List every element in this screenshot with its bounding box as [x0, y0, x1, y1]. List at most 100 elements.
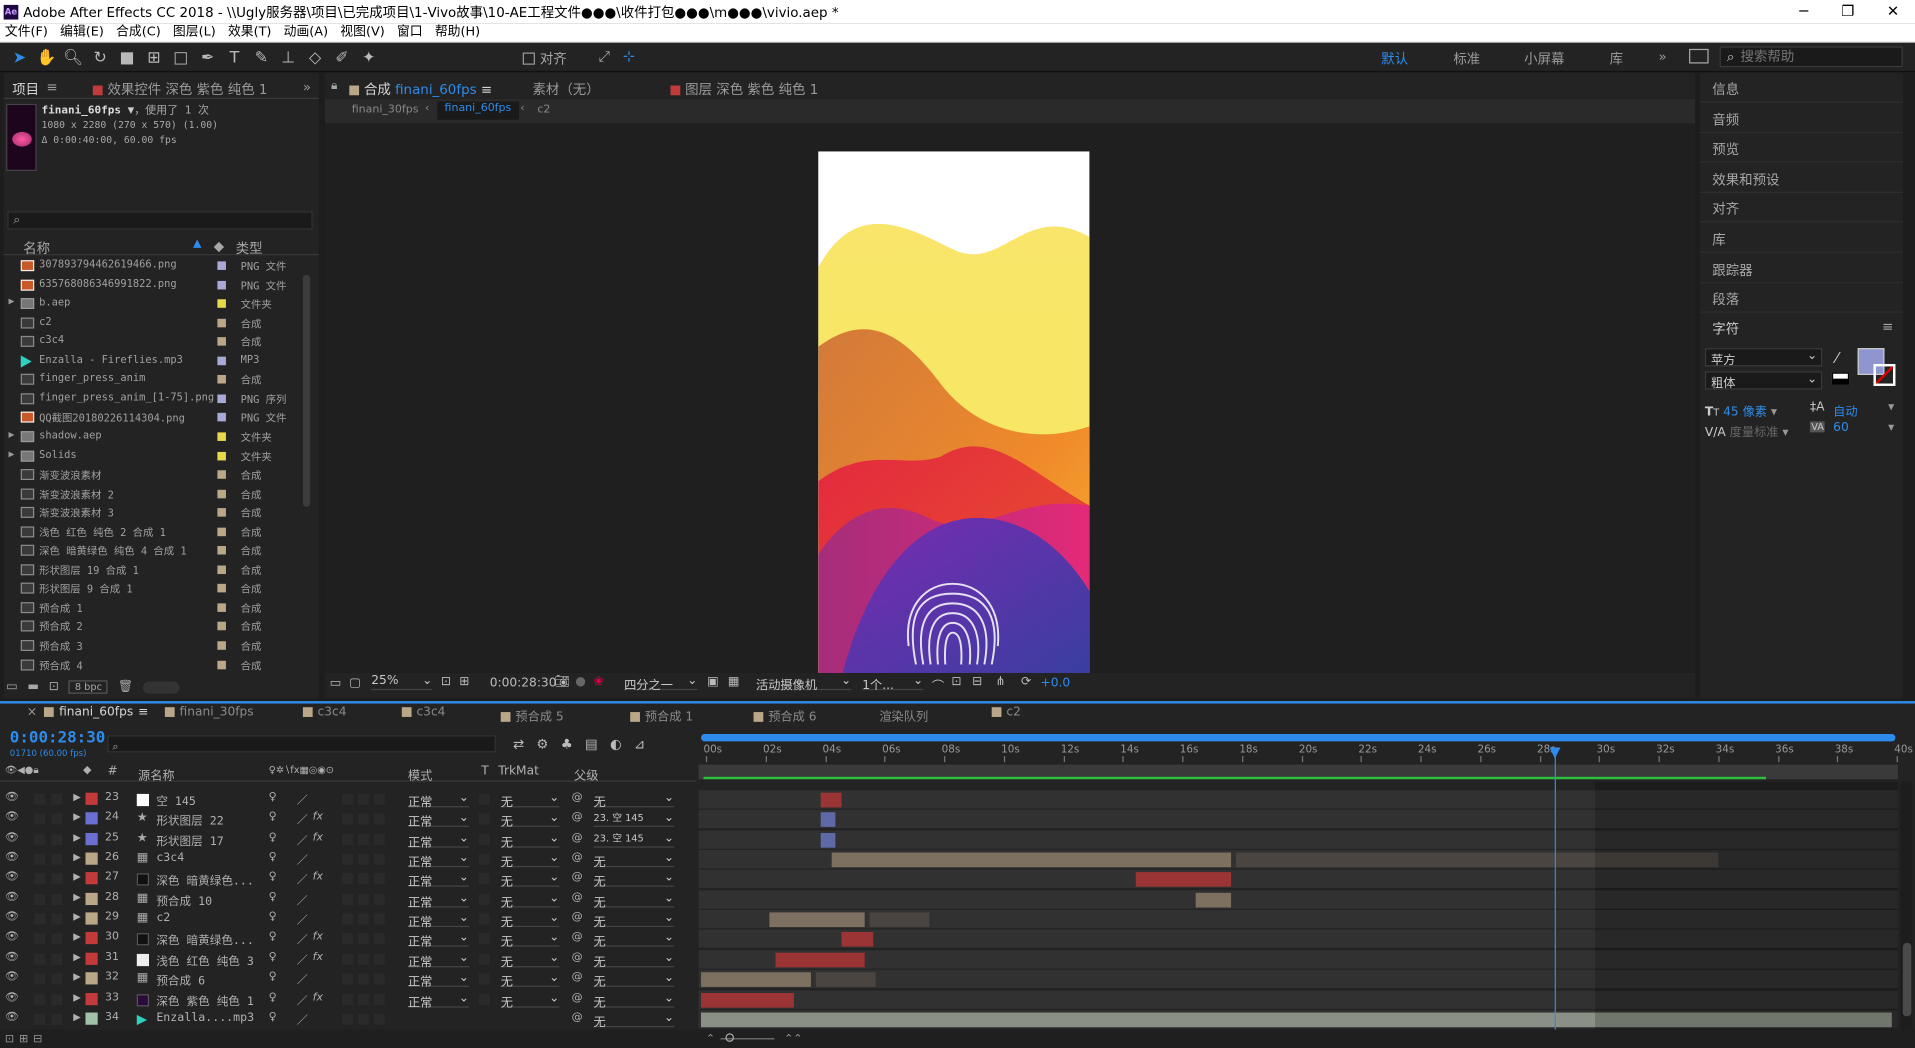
workspace-0[interactable]: 默认: [1381, 49, 1408, 69]
pickwhip-icon[interactable]: @: [572, 791, 583, 803]
label-color-swatch[interactable]: [217, 337, 226, 346]
pickwhip-icon[interactable]: @: [572, 1011, 583, 1023]
label-color-swatch[interactable]: [217, 261, 226, 270]
layer-switch-box[interactable]: [341, 813, 353, 825]
project-item[interactable]: c3c4 合成: [4, 332, 303, 351]
parent-dropdown[interactable]: 无 ⌄: [593, 951, 675, 970]
zoom-dropdown[interactable]: 25% ⌄: [371, 674, 433, 691]
expand-arrow-icon[interactable]: ▶: [9, 296, 15, 307]
col-source-name[interactable]: 源名称: [138, 765, 175, 782]
visibility-eye-icon[interactable]: 👁︎: [5, 991, 19, 1003]
layer-switch-box[interactable]: [373, 1013, 385, 1025]
effects-switch-icon[interactable]: fx: [313, 831, 323, 843]
solo-switch[interactable]: [34, 793, 46, 805]
blend-mode-dropdown[interactable]: 正常 ⌄: [407, 791, 469, 810]
layer-switch-box[interactable]: [341, 953, 353, 965]
menu-item-1[interactable]: 编辑(E): [55, 23, 111, 41]
workspace-3[interactable]: 库: [1610, 49, 1623, 69]
quality-switch-icon[interactable]: ／: [297, 851, 308, 867]
lock-switch[interactable]: [51, 1013, 63, 1025]
layer-switch-box[interactable]: [373, 933, 385, 945]
right-panel-item-6[interactable]: 跟踪器: [1712, 260, 1752, 280]
label-color-swatch[interactable]: [217, 394, 226, 403]
col-name-header[interactable]: 名称: [23, 238, 50, 258]
timeline-timecode[interactable]: 0:00:28:30: [10, 729, 106, 747]
clone-stamp-tool-icon[interactable]: ⊥: [276, 45, 300, 69]
effects-switch-icon[interactable]: fx: [313, 871, 323, 883]
expand-arrow-icon[interactable]: ▶: [9, 429, 15, 440]
layer-switch-box[interactable]: [373, 853, 385, 865]
bpc-button[interactable]: 8 bpc: [68, 680, 109, 694]
label-color-swatch[interactable]: [217, 299, 226, 308]
layer-switch-box[interactable]: [373, 813, 385, 825]
always-preview-icon[interactable]: ▭: [330, 677, 342, 690]
twirl-arrow-icon[interactable]: ▶: [73, 991, 81, 1002]
layer-duration-bar[interactable]: [775, 952, 865, 968]
panel-expand-button[interactable]: »: [303, 79, 311, 95]
layer-switch-box[interactable]: [341, 993, 353, 1005]
layer-label-swatch[interactable]: [85, 832, 98, 845]
project-item[interactable]: ▶ b.aep 文件夹: [4, 294, 303, 313]
timeline-tab-4[interactable]: 预合成 5: [500, 706, 564, 724]
stroke-color-swatch[interactable]: [1873, 363, 1896, 386]
solo-switch[interactable]: [34, 953, 46, 965]
twirl-arrow-icon[interactable]: ▶: [73, 831, 81, 842]
timeline-tab-2[interactable]: c3c4: [302, 706, 347, 719]
new-folder-icon[interactable]: ▬: [27, 680, 39, 693]
breadcrumb-c2[interactable]: c2: [537, 104, 550, 116]
timeline-tab-7[interactable]: 渲染队列: [879, 706, 928, 724]
layer-label-swatch[interactable]: [85, 892, 98, 905]
trkmat-dropdown[interactable]: 无 ⌄: [500, 871, 560, 890]
breadcrumb-finani-60fps[interactable]: finani_60fps: [437, 101, 519, 120]
channel-icon[interactable]: ❀: [594, 675, 604, 688]
twirl-arrow-icon[interactable]: ▶: [73, 911, 81, 922]
layer-duration-bar[interactable]: [769, 912, 865, 928]
layer-switch-box[interactable]: [357, 993, 369, 1005]
blend-mode-dropdown[interactable]: 正常 ⌄: [407, 831, 469, 850]
workspace-2[interactable]: 小屏幕: [1524, 49, 1564, 69]
layer-duration-bar[interactable]: [820, 792, 841, 808]
blend-mode-dropdown[interactable]: 正常 ⌄: [407, 971, 469, 990]
right-panel-item-4[interactable]: 对齐: [1712, 200, 1739, 220]
quality-switch-icon[interactable]: ／: [297, 831, 308, 847]
layer-duration-bar[interactable]: [840, 932, 874, 948]
blend-mode-dropdown[interactable]: 正常 ⌄: [407, 851, 469, 870]
search-help-input[interactable]: [1740, 48, 1888, 65]
blend-mode-dropdown[interactable]: 正常 ⌄: [407, 891, 469, 910]
character-menu-icon[interactable]: ≡: [1882, 319, 1893, 335]
layer-name[interactable]: 预合成 10: [156, 891, 212, 908]
lock-icon[interactable]: 🔒︎: [331, 79, 338, 92]
visibility-eye-icon[interactable]: 👁︎: [5, 791, 19, 803]
solo-switch[interactable]: [34, 933, 46, 945]
transfer-controls-toggle-icon[interactable]: ⊞: [19, 1033, 28, 1045]
twirl-arrow-icon[interactable]: ▶: [73, 851, 81, 862]
quality-switch-icon[interactable]: ／: [297, 871, 308, 887]
layer-duration-bar[interactable]: [1135, 872, 1231, 888]
layer-switch-box[interactable]: [373, 793, 385, 805]
pickwhip-icon[interactable]: @: [572, 971, 583, 983]
layer-switch-box[interactable]: [341, 873, 353, 885]
project-item[interactable]: Enzalla - Fireflies.mp3 MP3: [4, 351, 303, 370]
parent-dropdown[interactable]: 无 ⌄: [593, 871, 675, 890]
layer-duration-bar[interactable]: [832, 852, 1231, 868]
trkmat-dropdown[interactable]: 无 ⌄: [500, 931, 560, 950]
visibility-eye-icon[interactable]: 👁︎: [5, 951, 19, 963]
lock-switch[interactable]: [51, 973, 63, 985]
timeline-tab-3[interactable]: c3c4: [401, 706, 445, 719]
solo-switch[interactable]: [34, 913, 46, 925]
blend-mode-dropdown[interactable]: 正常 ⌄: [407, 911, 469, 930]
lock-switch[interactable]: [51, 953, 63, 965]
new-comp-icon[interactable]: ⊡: [49, 680, 59, 693]
layer-switch-box[interactable]: [341, 853, 353, 865]
trkmat-dropdown[interactable]: 无 ⌄: [500, 851, 560, 870]
flowchart-icon[interactable]: ⊟: [972, 675, 982, 688]
shy-switch-icon[interactable]: ♀: [269, 871, 277, 883]
pickwhip-icon[interactable]: @: [572, 891, 583, 903]
roto-brush-tool-icon[interactable]: ✐: [330, 45, 354, 69]
project-search-input[interactable]: [20, 213, 289, 228]
preserve-transparency-box[interactable]: [478, 973, 490, 985]
workspace-1[interactable]: 标准: [1453, 49, 1480, 69]
shy-switch-icon[interactable]: ♀: [269, 791, 277, 803]
solo-switch[interactable]: [34, 893, 46, 905]
project-item[interactable]: finger_press_anim_[1-75].png PNG 序列: [4, 389, 303, 408]
